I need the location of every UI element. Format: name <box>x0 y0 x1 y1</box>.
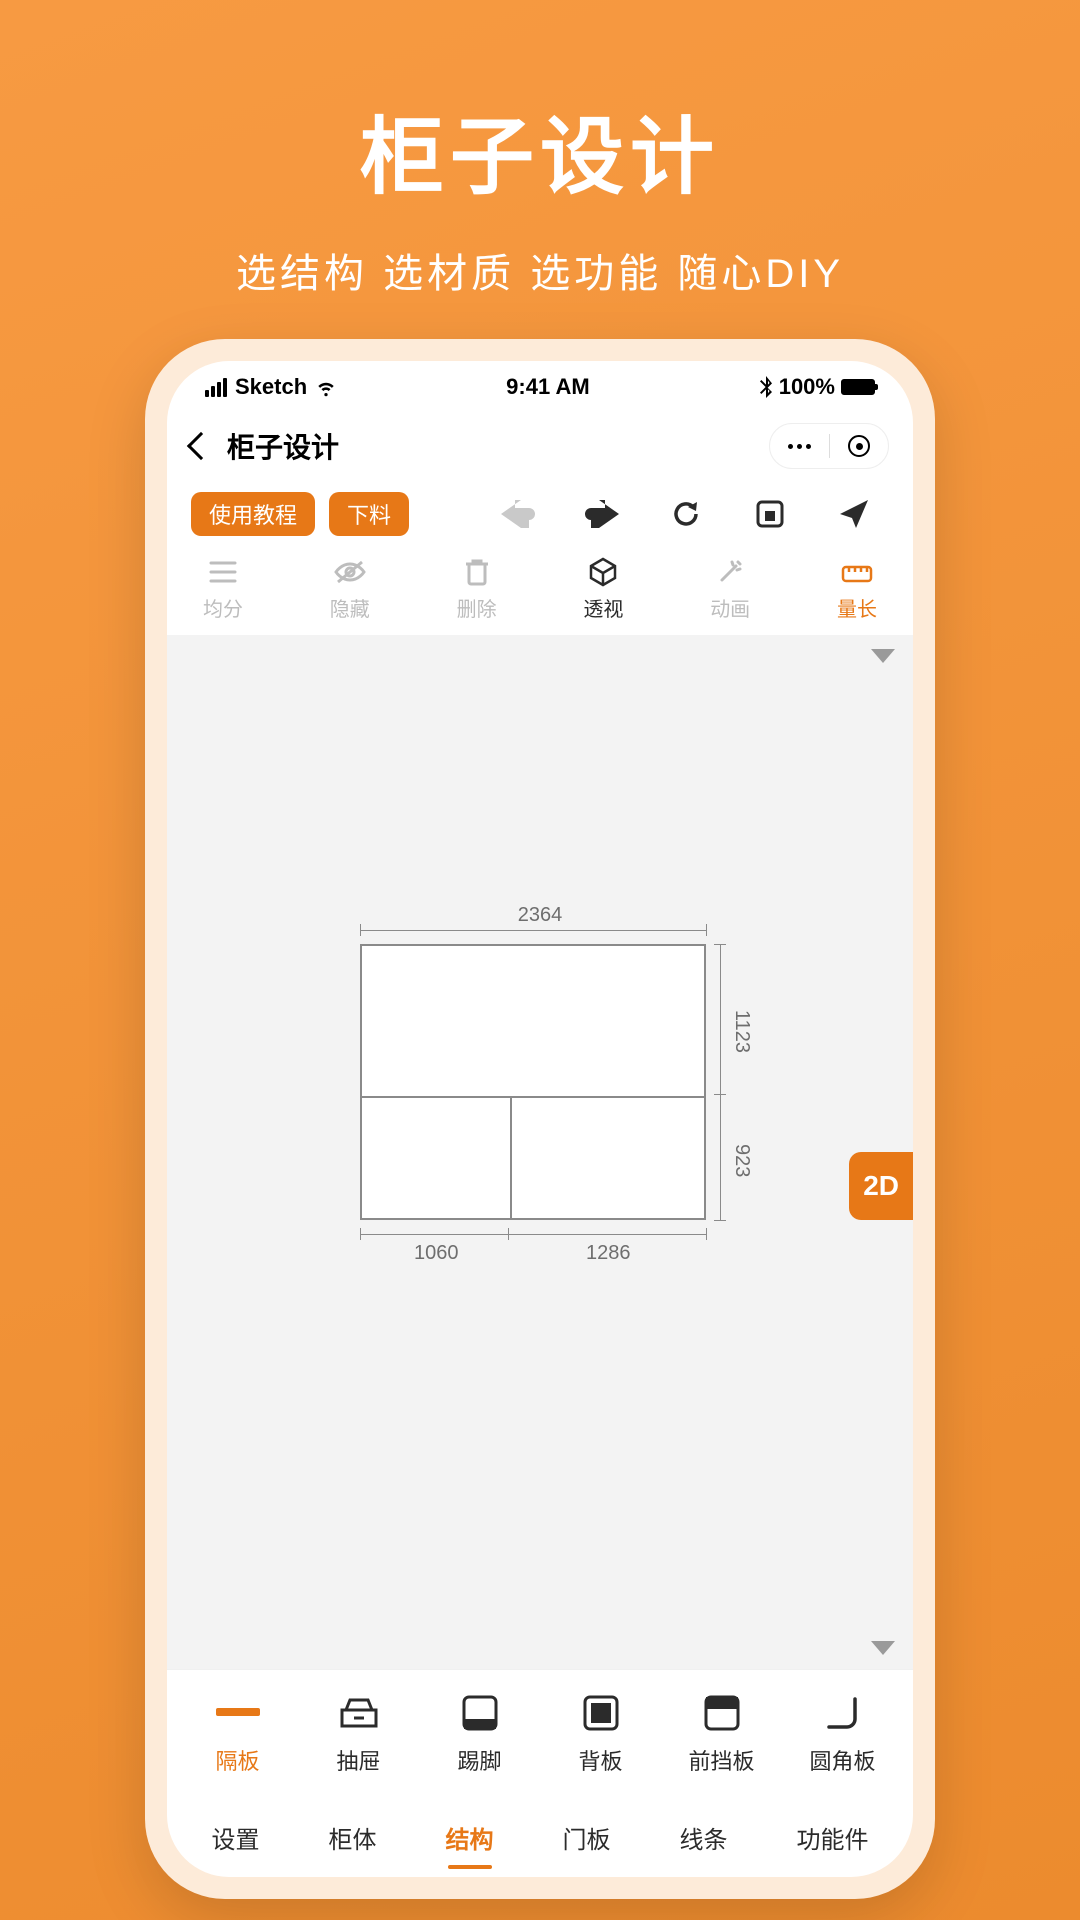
hide-tool[interactable]: 隐藏 <box>318 557 382 622</box>
secondary-toolbar: 均分 隐藏 删除 透视 动画 量长 <box>167 549 913 635</box>
marketing-hero: 柜子设计 选结构 选材质 选功能 随心DIY <box>236 0 844 339</box>
phone-frame: Sketch 9:41 AM 100% 柜子设计 使用教程 下料 均分 <box>145 339 935 1899</box>
dim-bottom-left: 1060 <box>414 1242 459 1265</box>
battery-label: 100% <box>779 374 835 400</box>
roundboard-button[interactable]: 圆角板 <box>793 1692 893 1776</box>
frontboard-button[interactable]: 前挡板 <box>672 1692 772 1776</box>
cube-icon <box>588 557 618 587</box>
tutorial-button[interactable]: 使用教程 <box>191 492 315 536</box>
tab-bar: 设置 柜体 结构 门板 线条 功能件 <box>167 1797 913 1877</box>
component-bar: 隔板 抽屉 踢脚 背板 前挡板 圆角板 <box>167 1669 913 1797</box>
divide-tool[interactable]: 均分 <box>191 557 255 622</box>
send-button[interactable] <box>819 498 889 530</box>
hero-title: 柜子设计 <box>236 90 844 211</box>
primary-toolbar: 使用教程 下料 <box>167 479 913 549</box>
design-canvas[interactable]: 2D 2364 1123 923 1060 <box>167 635 913 1669</box>
wand-icon <box>716 558 744 586</box>
kick-button[interactable]: 踢脚 <box>430 1692 530 1776</box>
perspective-tool[interactable]: 透视 <box>571 557 635 622</box>
tab-line[interactable]: 线条 <box>676 1812 732 1863</box>
redo-button[interactable] <box>567 500 637 528</box>
back-button[interactable] <box>187 432 215 460</box>
measure-tool[interactable]: 量长 <box>825 557 889 622</box>
carrier-label: Sketch <box>235 374 307 400</box>
save-button[interactable] <box>735 499 805 529</box>
nav-bar: 柜子设计 <box>167 413 913 479</box>
drawer-icon <box>338 1696 380 1730</box>
delete-tool[interactable]: 删除 <box>445 557 509 622</box>
tab-structure[interactable]: 结构 <box>442 1812 498 1863</box>
frontboard-icon <box>702 1693 742 1733</box>
dim-bottom-right: 1286 <box>586 1242 631 1265</box>
mini-program-capsule[interactable] <box>769 423 889 469</box>
animation-tool[interactable]: 动画 <box>698 557 762 622</box>
more-icon[interactable] <box>788 444 811 449</box>
drawer-button[interactable]: 抽屉 <box>309 1692 409 1776</box>
cut-material-button[interactable]: 下料 <box>329 492 409 536</box>
page-title: 柜子设计 <box>227 426 339 466</box>
collapse-top-icon[interactable] <box>871 649 895 663</box>
status-bar: Sketch 9:41 AM 100% <box>167 361 913 413</box>
trash-icon <box>464 558 490 586</box>
dim-right-upper: 1123 <box>730 1010 753 1053</box>
bluetooth-icon <box>759 376 773 398</box>
dim-right-lower: 923 <box>730 1144 753 1177</box>
eye-off-icon <box>334 560 366 584</box>
signal-icon <box>205 378 227 397</box>
ruler-icon <box>841 561 873 583</box>
backboard-icon <box>581 1693 621 1733</box>
hero-subtitle: 选结构 选材质 选功能 随心DIY <box>236 241 844 299</box>
battery-icon <box>841 379 875 395</box>
tab-cabinet[interactable]: 柜体 <box>325 1812 381 1863</box>
dim-top: 2364 <box>518 904 563 927</box>
capsule-divider <box>829 434 830 458</box>
refresh-button[interactable] <box>651 499 721 529</box>
undo-button[interactable] <box>483 500 553 528</box>
clock: 9:41 AM <box>506 374 590 400</box>
cabinet-diagram[interactable]: 2364 1123 923 1060 <box>330 910 750 1270</box>
tab-settings[interactable]: 设置 <box>208 1812 264 1863</box>
tab-feature[interactable]: 功能件 <box>793 1812 873 1863</box>
wifi-icon <box>315 376 337 398</box>
partition-icon <box>216 1708 260 1718</box>
app-screen: Sketch 9:41 AM 100% 柜子设计 使用教程 下料 均分 <box>167 361 913 1877</box>
view-mode-toggle[interactable]: 2D <box>849 1152 913 1220</box>
close-program-icon[interactable] <box>848 435 870 457</box>
partition-button[interactable]: 隔板 <box>188 1692 288 1776</box>
roundboard-icon <box>823 1693 863 1733</box>
collapse-bottom-icon[interactable] <box>871 1641 895 1655</box>
kick-icon <box>460 1693 500 1733</box>
divide-icon <box>209 560 237 584</box>
backboard-button[interactable]: 背板 <box>551 1692 651 1776</box>
tab-door[interactable]: 门板 <box>559 1812 615 1863</box>
